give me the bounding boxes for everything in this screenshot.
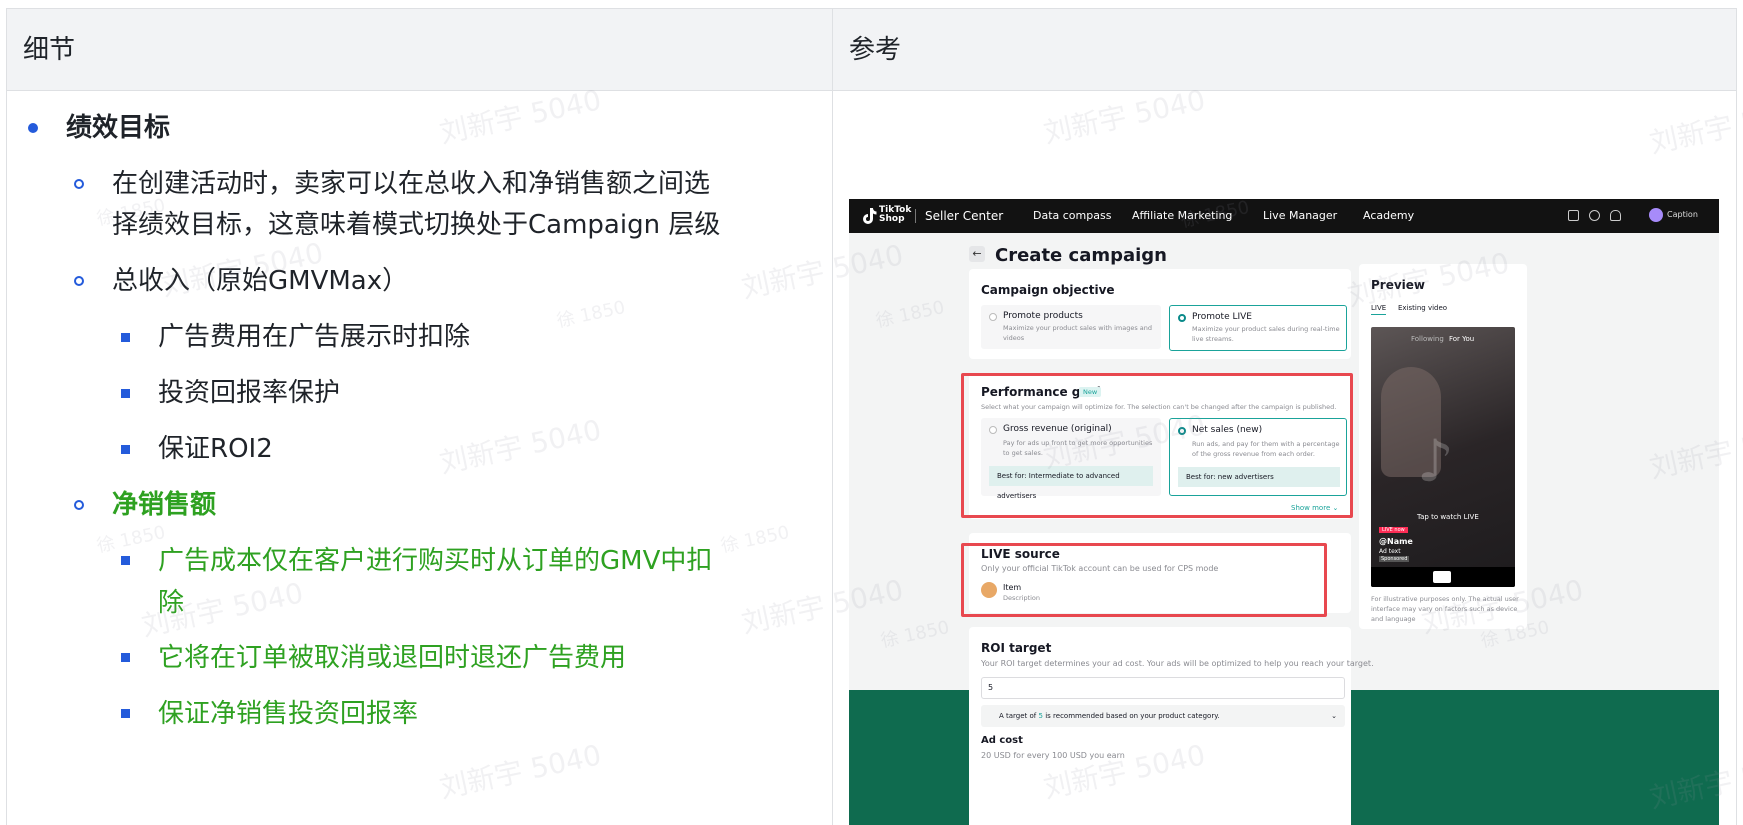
highlight-box [961,373,1353,518]
plus-icon [1433,571,1451,583]
details-cell: 绩效目标 在创建活动时，卖家可以在总收入和净销售额之间选 择绩效目标，这意味着模… [7,92,832,825]
nav-affiliate-marketing[interactable]: Affiliate Marketing [1132,209,1232,223]
logo-text: TikTok Shop [879,205,912,224]
preview-card: Preview LIVE Existing video ♪ Following … [1359,264,1527,629]
bullet-disc-icon [28,123,38,133]
item-choose-goal-line2: 择绩效目标，这意味着模式切换处于Campaign 层级 [112,210,721,240]
tiktok-watermark-icon: ♪ [1417,427,1455,495]
item-guarantee-roi2: 保证ROI2 [158,434,273,464]
page-title: Create campaign [995,245,1167,266]
tab-live[interactable]: LIVE [1371,304,1387,315]
nav-live-manager[interactable]: Live Manager [1263,209,1337,223]
bullet-square-icon [121,653,130,662]
bullet-square-icon [121,556,130,565]
roi-target-card: ROI target Your ROI target determines yo… [969,627,1374,825]
tap-to-watch: Tap to watch LIVE [1417,513,1479,521]
item-net-sales: 净销售额 [112,490,217,520]
bullet-square-icon [121,333,130,342]
radio-selected-icon [1178,314,1186,322]
option-promote-live[interactable]: Promote LIVE Maximize your product sales… [1169,305,1347,351]
nav-academy[interactable]: Academy [1363,209,1414,223]
nav-separator [915,209,916,223]
header-reference: 参考 [849,35,902,65]
bullet-square-icon [121,709,130,718]
avatar[interactable] [1649,208,1663,222]
tablet-icon[interactable] [1568,210,1579,221]
phone-preview: ♪ Following For You Tap to watch LIVE LI… [1371,327,1515,587]
header-details: 细节 [23,35,76,65]
seller-center-screenshot: TikTok Shop Seller Center Data compass A… [849,199,1719,825]
item-guarantee-net-roi: 保证净销售投资回报率 [158,699,419,729]
radio-icon [989,313,997,321]
bullet-square-icon [121,445,130,454]
bell-icon[interactable] [1610,210,1621,221]
item-gross-revenue: 总收入（原始GMVMax） [112,266,409,296]
option-promote-products[interactable]: Promote products Maximize your product s… [981,305,1161,349]
bullet-circle-icon [74,500,84,510]
tab-existing-video[interactable]: Existing video [1398,304,1447,312]
chevron-down-icon[interactable]: ⌄ [1331,705,1337,727]
nav-seller-center[interactable]: Seller Center [925,209,1003,223]
card-title: Campaign objective [981,283,1115,297]
tiktok-logo-icon [863,208,877,224]
highlight-box [961,543,1327,617]
item-roi-protection: 投资回报率保护 [158,378,341,408]
account-name[interactable]: Caption [1667,210,1698,219]
document-table: 细节 参考 绩效目标 在创建活动时，卖家可以在总收入和净销售额之间选 择绩效目标… [6,8,1737,825]
card-title: ROI target [981,641,1052,655]
refresh-icon[interactable] [1589,210,1600,221]
nav-data-compass[interactable]: Data compass [1033,209,1111,223]
roi-target-input[interactable]: 5 [981,677,1345,699]
item-deducted-on-impression: 广告费用在广告展示时扣除 [158,322,471,352]
roi-recommendation: A target of 5 is recommended based on yo… [981,705,1345,727]
table-header-row: 细节 参考 [7,9,1736,91]
preview-disclaimer: For illustrative purposes only. The actu… [1371,595,1519,623]
item-cost-on-purchase-line2: 除 [158,588,185,618]
item-performance-goal: 绩效目标 [66,113,171,143]
preview-title: Preview [1371,278,1426,292]
back-arrow-icon[interactable]: ← [969,246,985,262]
item-choose-goal-line1: 在创建活动时，卖家可以在总收入和净销售额之间选 [112,169,711,199]
item-refund-on-cancel: 它将在订单被取消或退回时退还广告费用 [158,643,627,673]
bullet-circle-icon [74,276,84,286]
phone-tabbar [1371,567,1515,587]
campaign-objective-card: Campaign objective Promote products Maxi… [969,269,1351,359]
top-navbar: TikTok Shop Seller Center Data compass A… [849,199,1719,233]
reference-cell: TikTok Shop Seller Center Data compass A… [833,92,1738,825]
bullet-square-icon [121,389,130,398]
item-cost-on-purchase-line1: 广告成本仅在客户进行购买时从订单的GMV中扣 [158,546,713,576]
bullet-circle-icon [74,179,84,189]
